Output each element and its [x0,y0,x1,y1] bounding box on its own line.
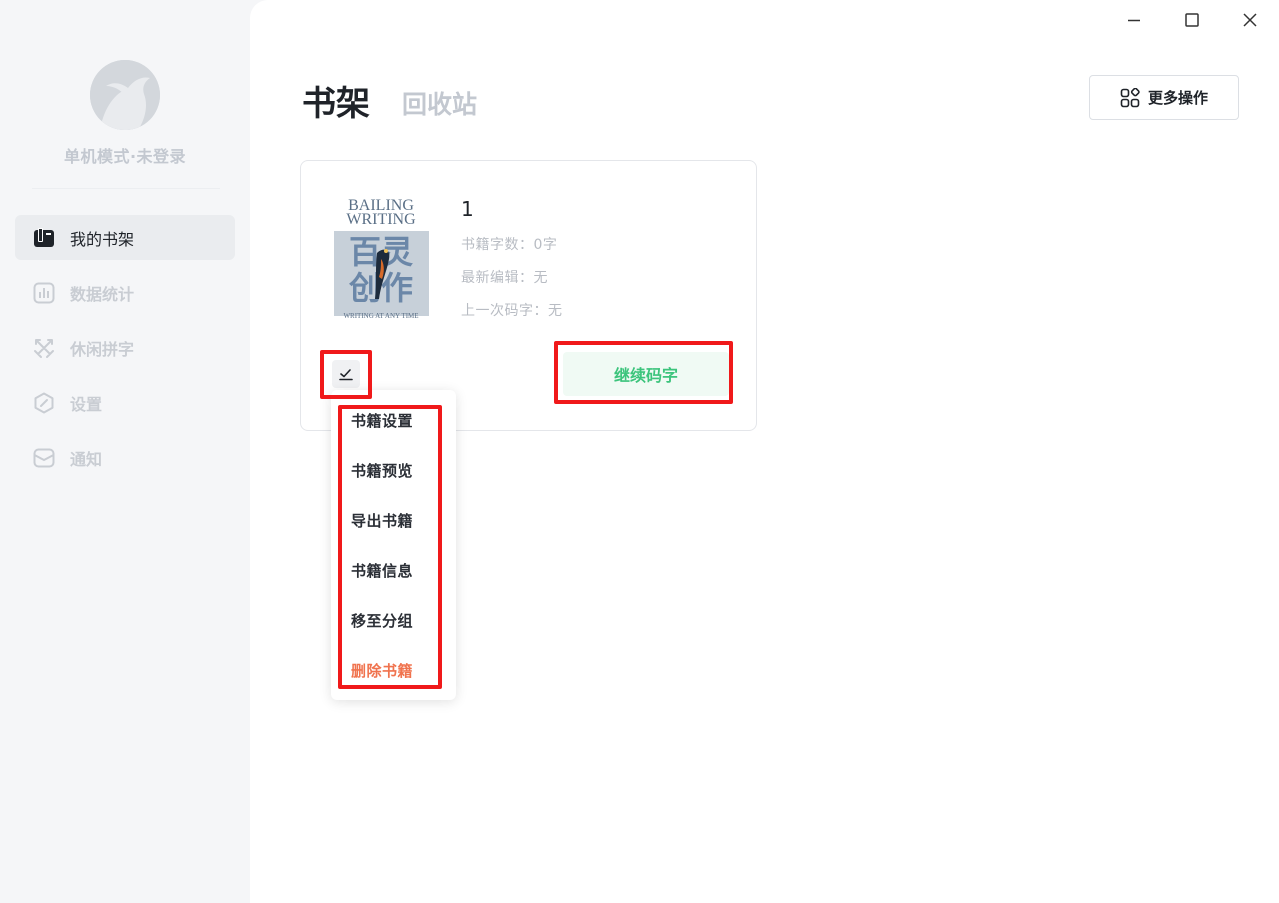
book-last-write: 上一次码字：无 [461,303,563,319]
close-icon [1243,13,1257,27]
grid-icon [1120,87,1140,107]
minimize-icon [1128,19,1140,22]
book-title: 1 [461,197,474,221]
book-last-edit: 最新编辑：无 [461,270,548,286]
book-icon [33,227,55,249]
close-button[interactable] [1221,6,1279,34]
sidebar: 单机模式·未登录 我的书架 数据统计 休闲拼字 设置 通知 [0,0,250,903]
more-actions-button[interactable]: 更多操作 [1089,75,1239,120]
sidebar-item-bookshelf[interactable]: 我的书架 [15,215,235,260]
menu-item-export-book[interactable]: 导出书籍 [351,510,413,531]
avatar[interactable] [90,60,160,130]
chart-icon [33,282,55,304]
sidebar-item-label: 设置 [70,394,103,414]
book-cover-image: BAILING WRITING 百灵 创作 WRITING AT ANY TIM… [331,191,431,321]
minimize-button[interactable] [1105,6,1163,34]
sidebar-item-label: 休闲拼字 [70,339,135,359]
sidebar-item-notifications[interactable]: 通知 [15,435,235,480]
mail-icon [33,447,55,469]
tab-bookshelf[interactable]: 书架 [302,76,370,125]
sidebar-nav: 我的书架 数据统计 休闲拼字 设置 通知 [15,215,235,490]
settings-icon [33,392,55,414]
tab-recycle-bin[interactable]: 回收站 [402,85,477,121]
menu-item-delete-book[interactable]: 删除书籍 [351,660,413,681]
maximize-button[interactable] [1163,6,1221,34]
book-menu-button[interactable] [332,360,360,388]
menu-item-book-info[interactable]: 书籍信息 [351,560,413,581]
window-controls [1105,6,1279,34]
sidebar-divider [32,188,220,189]
swords-icon [33,337,55,359]
sidebar-item-statistics[interactable]: 数据统计 [15,270,235,315]
more-actions-label: 更多操作 [1147,89,1208,107]
sidebar-item-label: 数据统计 [70,284,135,304]
sidebar-item-settings[interactable]: 设置 [15,380,235,425]
menu-item-book-preview[interactable]: 书籍预览 [351,460,413,481]
book-dropdown-menu: 书籍设置 书籍预览 导出书籍 书籍信息 移至分组 删除书籍 [331,390,456,700]
menu-item-book-settings[interactable]: 书籍设置 [351,410,413,431]
bird-avatar-icon [90,60,160,130]
menu-item-move-to-group[interactable]: 移至分组 [351,610,413,631]
svg-text:WRITING AT ANY TIME: WRITING AT ANY TIME [343,312,418,320]
main-panel: 书架 回收站 更多操作 BAILING WRITING 百灵 创作 WRITIN… [250,0,1279,903]
svg-text:WRITING: WRITING [346,211,416,228]
edit-check-icon [339,369,353,381]
sidebar-item-word-game[interactable]: 休闲拼字 [15,325,235,370]
book-word-count: 书籍字数：0字 [461,237,558,253]
sidebar-item-label: 我的书架 [70,229,135,249]
continue-writing-button[interactable]: 继续码字 [563,352,729,396]
sidebar-item-label: 通知 [70,449,103,469]
maximize-icon [1185,13,1199,27]
user-status: 单机模式·未登录 [63,147,187,166]
book-cover[interactable]: BAILING WRITING 百灵 创作 WRITING AT ANY TIM… [331,191,431,321]
